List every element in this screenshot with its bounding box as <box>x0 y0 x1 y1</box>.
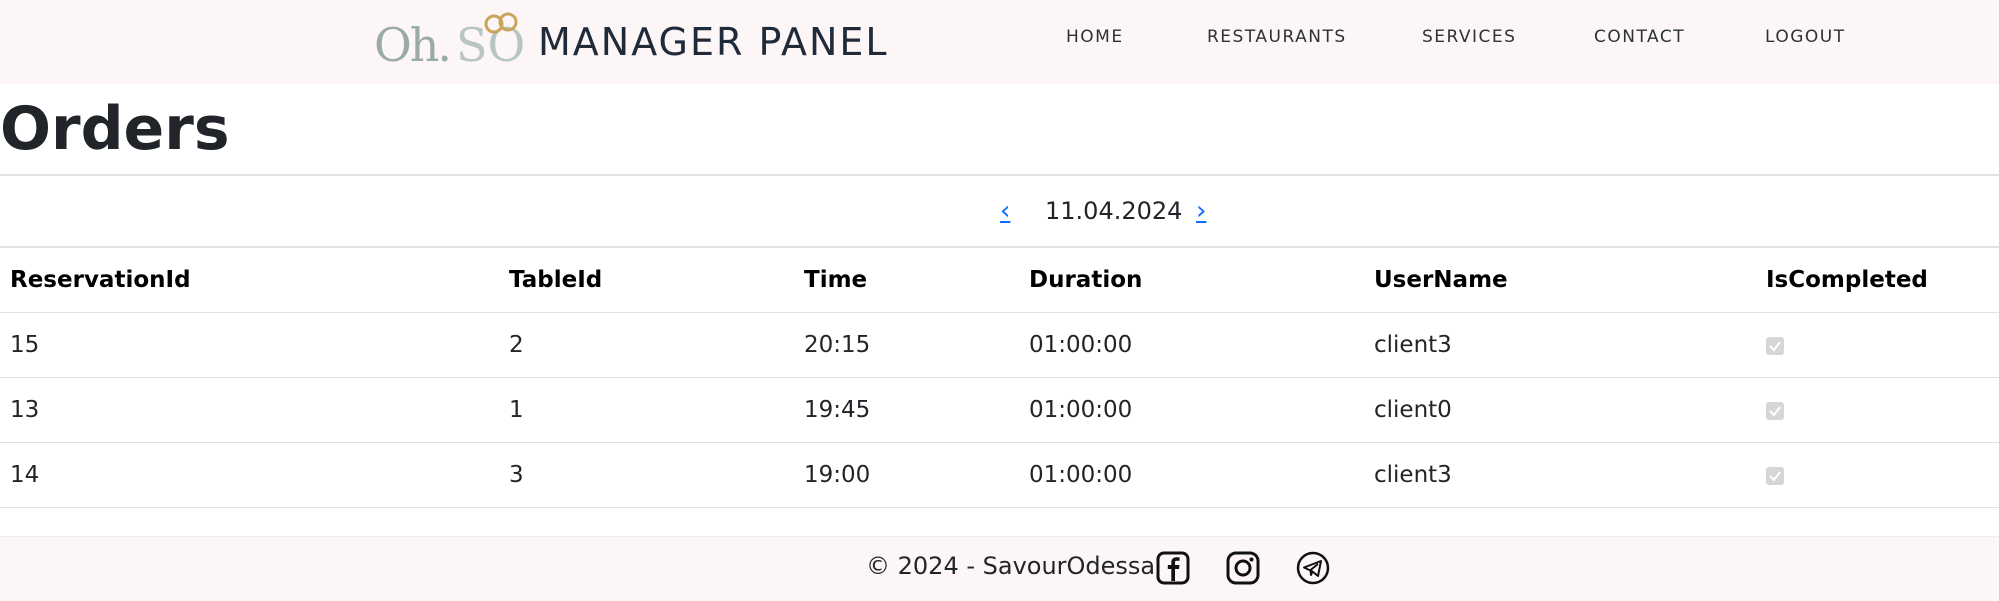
table-row: 15 2 20:15 01:00:00 client3 <box>0 312 1999 378</box>
cell-time: 20:15 <box>794 312 1019 378</box>
column-header-time: Time <box>794 248 1019 313</box>
cell-time: 19:00 <box>794 442 1019 508</box>
logo-text-oh: Oh. <box>374 18 452 72</box>
nav-logout[interactable]: LOGOUT <box>1765 27 1846 47</box>
cell-is-completed <box>1756 377 1999 443</box>
footer: © 2024 - SavourOdessa <box>0 536 1999 601</box>
nav-restaurants[interactable]: RESTAURANTS <box>1207 27 1347 47</box>
cell-time: 19:45 <box>794 377 1019 443</box>
cell-reservation-id: 15 <box>0 312 499 378</box>
copyright-text: © 2024 - SavourOdessa <box>866 552 1156 580</box>
facebook-icon[interactable] <box>1156 551 1190 585</box>
navbar: Oh. SO MANAGER PANEL HOME RESTAURANTS SE… <box>0 0 1999 84</box>
cell-user-name: client3 <box>1364 312 1756 378</box>
rings-icon <box>484 12 518 34</box>
check-icon <box>1769 405 1781 417</box>
brand-link[interactable]: Oh. SO MANAGER PANEL <box>372 10 889 74</box>
telegram-icon[interactable] <box>1296 551 1330 585</box>
cell-is-completed <box>1756 442 1999 508</box>
cell-user-name: client0 <box>1364 377 1756 443</box>
cell-table-id: 2 <box>499 312 794 378</box>
logo: Oh. SO <box>372 10 540 74</box>
column-header-is-completed: IsCompleted <box>1756 248 1999 313</box>
brand-title: MANAGER PANEL <box>538 20 889 64</box>
cell-duration: 01:00:00 <box>1019 442 1364 508</box>
cell-duration: 01:00:00 <box>1019 312 1364 378</box>
nav-services[interactable]: SERVICES <box>1422 27 1516 47</box>
table-header-row: ReservationId TableId Time Duration User… <box>0 248 1999 313</box>
column-header-table-id: TableId <box>499 248 794 313</box>
completed-checkbox <box>1766 401 1784 420</box>
page-title: Orders <box>0 94 230 164</box>
completed-checkbox <box>1766 466 1784 485</box>
previous-date-link[interactable]: ‹ <box>1000 196 1010 226</box>
column-header-user-name: UserName <box>1364 248 1756 313</box>
check-icon <box>1769 470 1781 482</box>
check-icon <box>1769 340 1781 352</box>
cell-reservation-id: 13 <box>0 377 499 443</box>
current-date: 11.04.2024 <box>1045 197 1183 225</box>
orders-table: ReservationId TableId Time Duration User… <box>0 248 1999 508</box>
next-date-link[interactable]: › <box>1196 196 1206 226</box>
instagram-icon[interactable] <box>1226 551 1260 585</box>
cell-duration: 01:00:00 <box>1019 377 1364 443</box>
date-navigator: ‹ 11.04.2024 › <box>0 176 1999 246</box>
cell-table-id: 1 <box>499 377 794 443</box>
table-row: 14 3 19:00 01:00:00 client3 <box>0 442 1999 508</box>
cell-is-completed <box>1756 312 1999 378</box>
cell-reservation-id: 14 <box>0 442 499 508</box>
cell-user-name: client3 <box>1364 442 1756 508</box>
column-header-reservation-id: ReservationId <box>0 248 499 313</box>
table-row: 13 1 19:45 01:00:00 client0 <box>0 377 1999 443</box>
nav-contact[interactable]: CONTACT <box>1594 27 1685 47</box>
nav-home[interactable]: HOME <box>1066 27 1124 47</box>
cell-table-id: 3 <box>499 442 794 508</box>
completed-checkbox <box>1766 336 1784 355</box>
column-header-duration: Duration <box>1019 248 1364 313</box>
